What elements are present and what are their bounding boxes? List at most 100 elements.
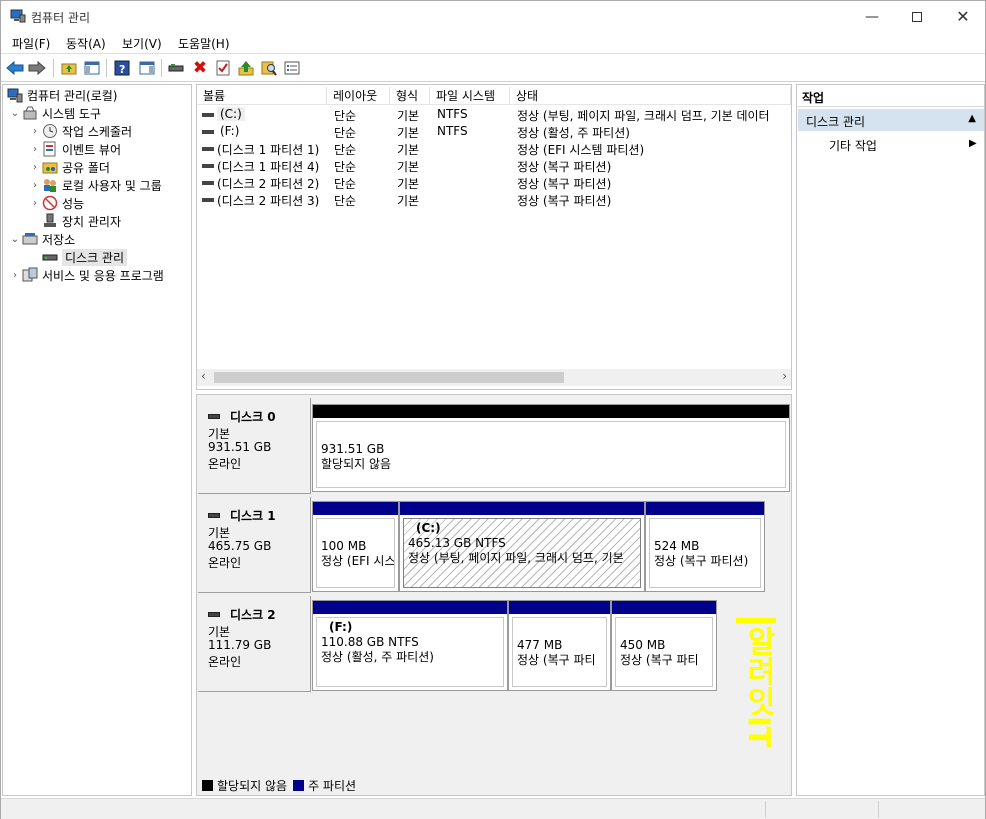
help-button[interactable]: ? bbox=[112, 58, 132, 78]
actions-section-disk-management[interactable]: 디스크 관리 ▲ bbox=[798, 109, 984, 131]
forward-button[interactable] bbox=[27, 58, 47, 78]
scroll-left-icon[interactable]: ‹ bbox=[201, 369, 206, 383]
menu-help[interactable]: 도움말(H) bbox=[178, 35, 230, 52]
connect-virtual-disk-button[interactable] bbox=[166, 58, 186, 78]
chevron-down-icon[interactable]: ⌄ bbox=[8, 234, 22, 245]
up-folder-button[interactable] bbox=[59, 58, 79, 78]
tree-label: 로컬 사용자 및 그룹 bbox=[62, 178, 162, 193]
delete-button[interactable]: ✖ bbox=[190, 58, 210, 78]
scroll-right-icon[interactable]: › bbox=[782, 369, 787, 383]
tree-item-performance[interactable]: › 성능 bbox=[28, 194, 84, 212]
table-row[interactable]: (디스크 2 파티션 2) 단순 기본 정상 (복구 파티션) bbox=[197, 174, 791, 191]
table-row[interactable]: (디스크 2 파티션 3) 단순 기본 정상 (복구 파티션) bbox=[197, 191, 791, 208]
chevron-right-icon[interactable]: › bbox=[28, 180, 42, 191]
partition-size: 450 MB bbox=[620, 638, 666, 652]
back-button[interactable] bbox=[5, 58, 25, 78]
table-row[interactable]: (F:) 단순 기본 NTFS 정상 (활성, 주 파티션) bbox=[197, 123, 791, 140]
show-hide-console-tree-button[interactable] bbox=[82, 58, 102, 78]
tree-item-storage[interactable]: ⌄ 저장소 bbox=[8, 230, 75, 248]
more-actions-item[interactable]: 기타 작업 bbox=[829, 137, 877, 154]
disk-0-unallocated-partition[interactable]: 931.51 GB 할당되지 않음 bbox=[312, 404, 790, 492]
tree-label: 디스크 관리 bbox=[62, 248, 128, 266]
scrollbar-thumb[interactable] bbox=[214, 372, 564, 383]
actions-pane: 작업 디스크 관리 ▲ 기타 작업 ▶ bbox=[796, 84, 985, 796]
chevron-right-icon[interactable]: › bbox=[28, 144, 42, 155]
disk-0-label[interactable]: 디스크 0 기본 931.51 GB 온라인 bbox=[198, 398, 311, 494]
chevron-down-icon[interactable]: ⌄ bbox=[8, 108, 22, 119]
table-row[interactable]: (디스크 1 파티션 4) 단순 기본 정상 (복구 파티션) bbox=[197, 157, 791, 174]
console-tree-pane: 컴퓨터 관리(로컬) ⌄ 시스템 도구 › 작업 스케줄러 › 이벤트 뷰어 ›… bbox=[2, 84, 192, 796]
tree-item-local-users-groups[interactable]: › 로컬 사용자 및 그룹 bbox=[28, 176, 162, 194]
computer-management-window: 컴퓨터 관리 — ✕ 파일(F) 동작(A) 보기(V) 도움말(H) ? ✖ … bbox=[0, 0, 986, 819]
properties-button[interactable] bbox=[213, 58, 233, 78]
column-header-volume[interactable]: 볼륨 bbox=[197, 87, 327, 105]
show-hide-action-pane-button[interactable] bbox=[137, 58, 157, 78]
table-row[interactable]: (디스크 1 파티션 1) 단순 기본 정상 (EFI 시스템 파티션) bbox=[197, 140, 791, 157]
primary-partition-bar bbox=[646, 502, 764, 515]
chevron-right-icon[interactable]: › bbox=[8, 270, 22, 281]
volume-type: 기본 bbox=[397, 109, 420, 123]
performance-gauge-icon bbox=[42, 195, 58, 211]
menu-file[interactable]: 파일(F) bbox=[12, 35, 50, 52]
export-up-button[interactable] bbox=[236, 58, 256, 78]
maximize-button[interactable] bbox=[894, 1, 940, 32]
column-header-layout[interactable]: 레이아웃 bbox=[327, 87, 390, 105]
device-manager-icon bbox=[44, 213, 56, 227]
close-button[interactable]: ✕ bbox=[940, 1, 986, 32]
column-header-type[interactable]: 형식 bbox=[390, 87, 430, 105]
volume-layout: 단순 bbox=[334, 143, 357, 157]
disk-1-recovery-partition[interactable]: 524 MB 정상 (복구 파티션) bbox=[645, 501, 765, 592]
volume-name: (디스크 1 파티션 1) bbox=[217, 143, 320, 157]
column-header-file-system[interactable]: 파일 시스템 bbox=[430, 87, 510, 105]
tree-item-system-tools[interactable]: ⌄ 시스템 도구 bbox=[8, 104, 101, 122]
disk-2-recovery-partition-2[interactable]: 477 MB 정상 (복구 파티 bbox=[508, 600, 611, 691]
submenu-arrow-icon[interactable]: ▶ bbox=[969, 138, 977, 149]
view-list-button[interactable] bbox=[282, 58, 302, 78]
chevron-right-icon[interactable]: › bbox=[28, 162, 42, 173]
chevron-right-icon[interactable]: › bbox=[28, 198, 42, 209]
volume-type: 기본 bbox=[397, 126, 420, 140]
svg-text:알려잇IT: 알려잇IT bbox=[741, 626, 776, 748]
disk-1-c-partition[interactable]: (C:) 465.13 GB NTFS 정상 (부팅, 페이지 파일, 크래시 … bbox=[399, 501, 645, 592]
horizontal-scrollbar[interactable]: ‹ › bbox=[197, 369, 791, 386]
chevron-right-icon[interactable]: › bbox=[28, 126, 42, 137]
disk-1-label[interactable]: 디스크 1 기본 465.75 GB 온라인 bbox=[198, 497, 311, 593]
disk-1-efi-partition[interactable]: 100 MB 정상 (EFI 시스 bbox=[312, 501, 399, 592]
column-header-status[interactable]: 상태 bbox=[510, 87, 791, 105]
volume-drive-icon bbox=[202, 198, 214, 202]
disk-drive-icon bbox=[168, 64, 184, 72]
primary-swatch bbox=[293, 780, 305, 791]
volume-layout: 단순 bbox=[334, 160, 357, 174]
partition-size: 477 MB bbox=[517, 638, 563, 652]
disk-management-icon bbox=[42, 254, 58, 261]
tree-item-shared-folders[interactable]: › 공유 폴더 bbox=[28, 158, 110, 176]
action-pane-icon bbox=[139, 61, 155, 75]
disk-state: 온라인 bbox=[208, 556, 242, 570]
disk-2-label[interactable]: 디스크 2 기본 111.79 GB 온라인 bbox=[198, 596, 311, 692]
tree-item-event-viewer[interactable]: › 이벤트 뷰어 bbox=[28, 140, 121, 158]
toolbar-separator bbox=[161, 59, 162, 77]
tree-item-computer-management[interactable]: 컴퓨터 관리(로컬) bbox=[7, 86, 117, 104]
console-tree-icon bbox=[84, 61, 100, 75]
partition-status: 정상 (활성, 주 파티션) bbox=[321, 650, 434, 664]
menu-action[interactable]: 동작(A) bbox=[66, 35, 106, 52]
volume-layout: 단순 bbox=[334, 126, 357, 140]
partition-status: 정상 (복구 파티션) bbox=[654, 554, 749, 568]
disk-2-f-partition[interactable]: (F:) 110.88 GB NTFS 정상 (활성, 주 파티션) bbox=[312, 600, 508, 691]
disk-icon bbox=[208, 513, 220, 518]
users-icon bbox=[44, 179, 56, 192]
tree-item-services-applications[interactable]: › 서비스 및 응용 프로그램 bbox=[8, 266, 164, 284]
computer-management-app-icon bbox=[10, 9, 26, 23]
disk-2-recovery-partition-3[interactable]: 450 MB 정상 (복구 파티 bbox=[611, 600, 717, 691]
tree-item-disk-management[interactable]: 디스크 관리 bbox=[42, 248, 128, 266]
tree-item-device-manager[interactable]: 장치 관리자 bbox=[42, 212, 121, 230]
disk-name: 디스크 2 bbox=[230, 608, 276, 622]
volume-status: 정상 (활성, 주 파티션) bbox=[517, 126, 630, 140]
tree-item-task-scheduler[interactable]: › 작업 스케줄러 bbox=[28, 122, 132, 140]
collapse-up-icon[interactable]: ▲ bbox=[968, 113, 976, 124]
minimize-button[interactable]: — bbox=[849, 1, 895, 32]
partition-status: 정상 (복구 파티 bbox=[620, 653, 699, 667]
table-row[interactable]: (C:) 단순 기본 NTFS 정상 (부팅, 페이지 파일, 크래시 덤프, … bbox=[197, 106, 791, 123]
menu-view[interactable]: 보기(V) bbox=[122, 35, 162, 52]
search-button[interactable] bbox=[259, 58, 279, 78]
